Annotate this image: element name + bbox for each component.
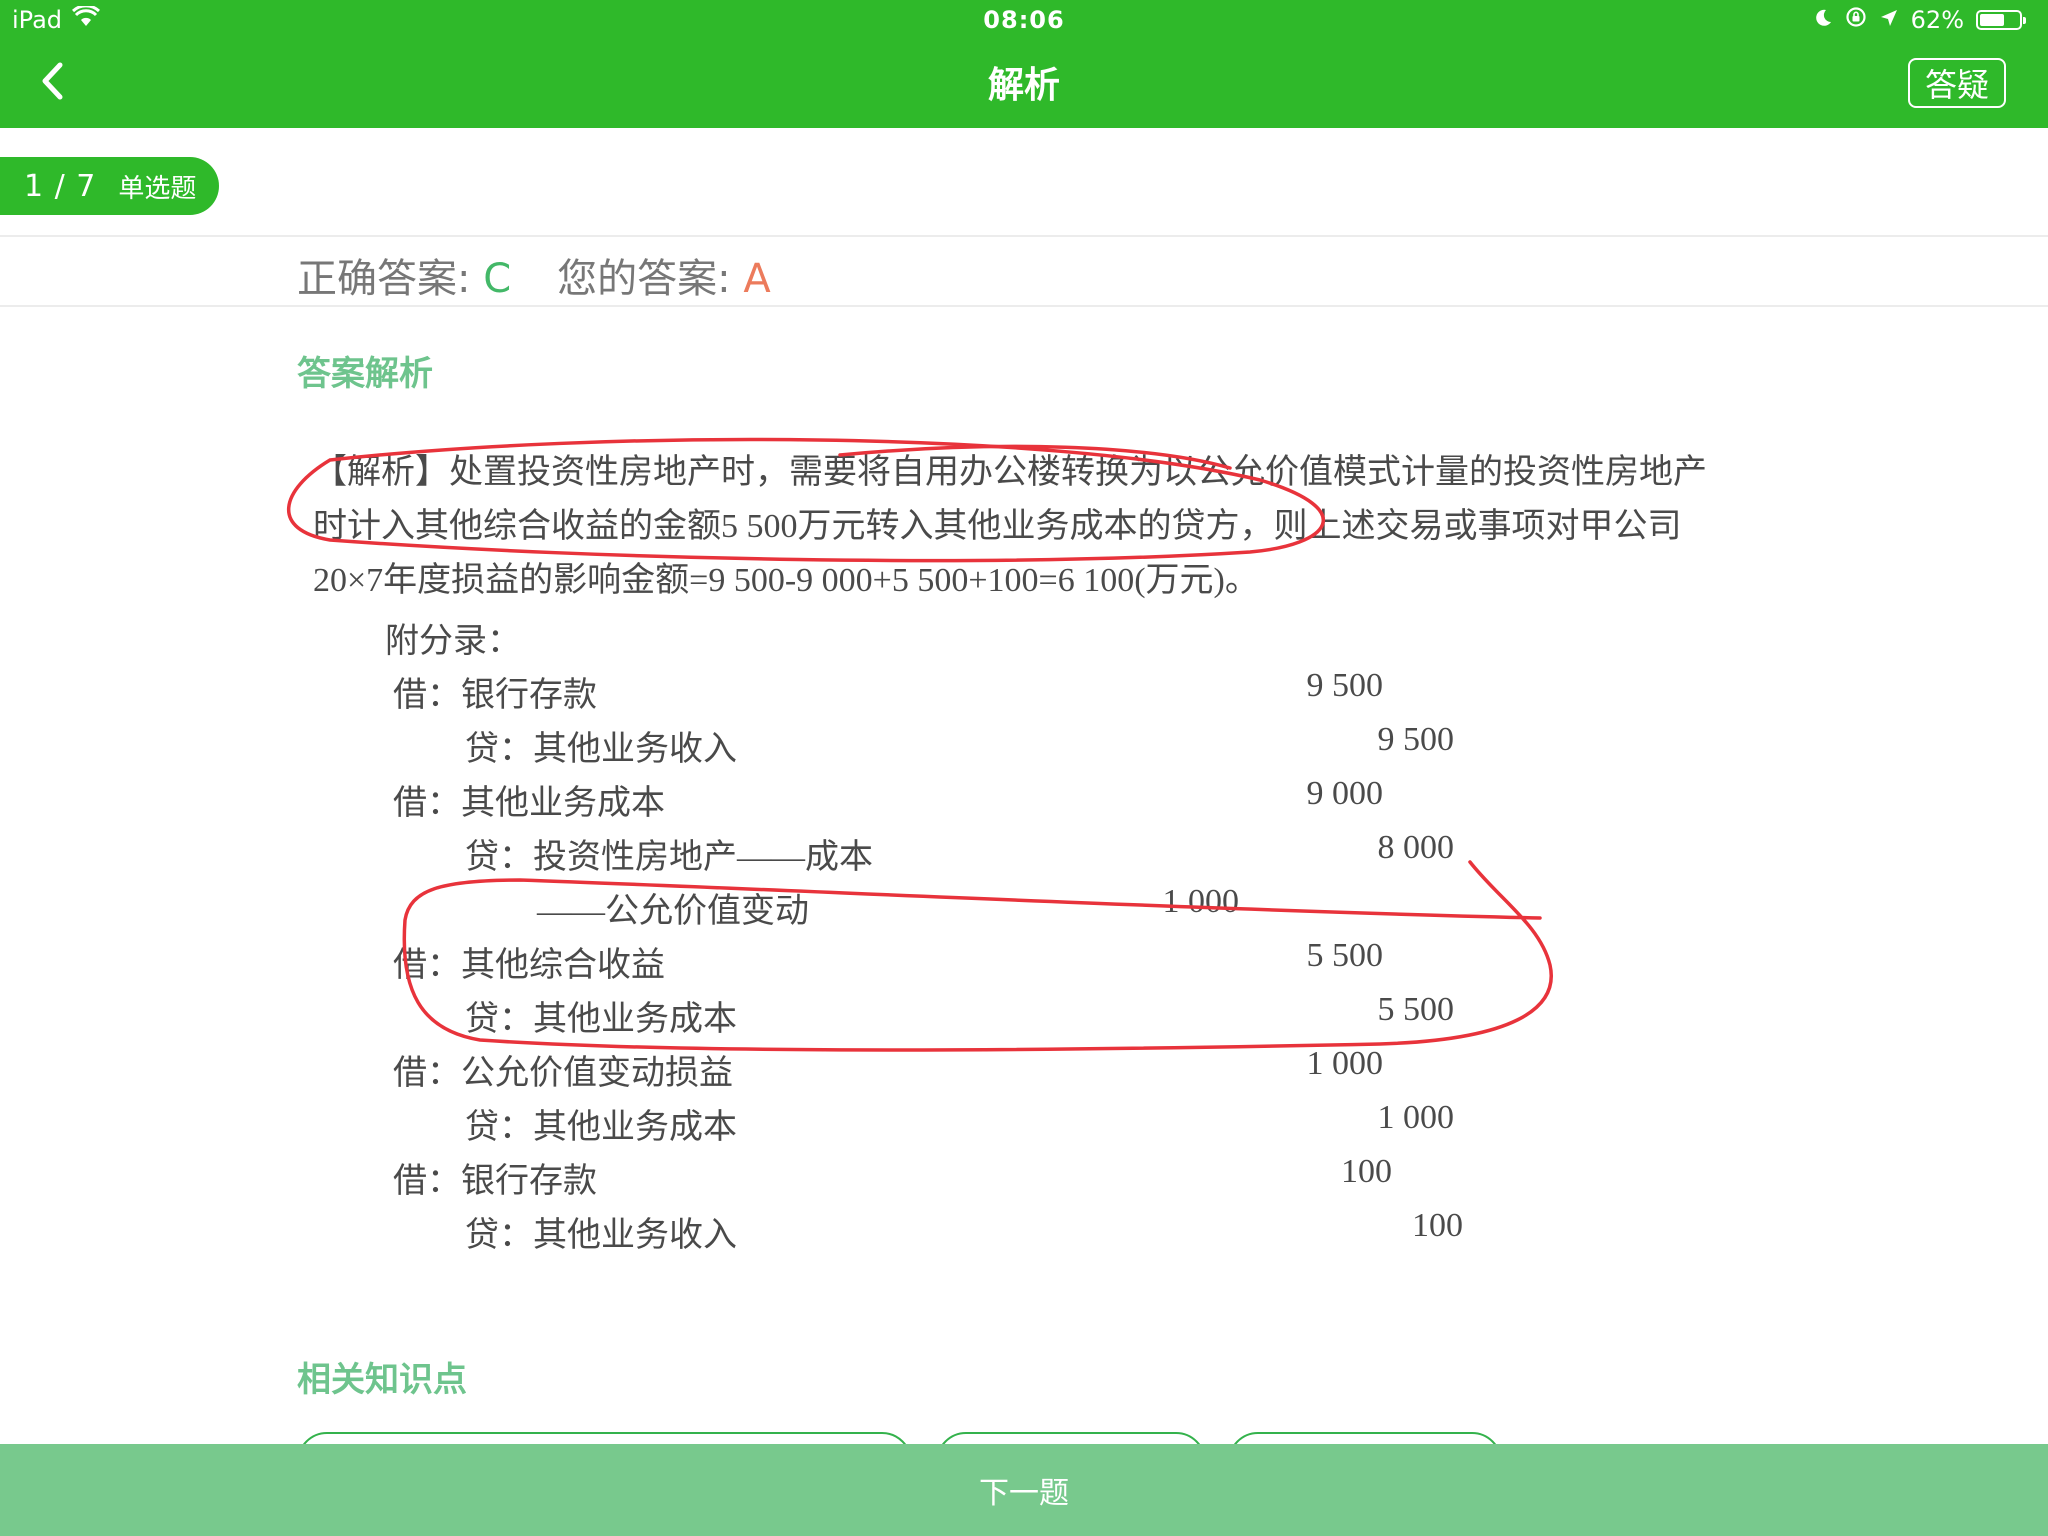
knowledge-section-title: 相关知识点 xyxy=(297,1360,467,1400)
question-type: 单选题 xyxy=(118,173,197,204)
entry-amount: 8 000 xyxy=(1377,829,1455,866)
entry-label: 贷：投资性房地产——成本 xyxy=(465,839,873,876)
rotation-lock-icon xyxy=(1845,6,1867,34)
entry-amount: 1 000 xyxy=(1306,1045,1384,1082)
entry-amount: 9 000 xyxy=(1306,775,1384,812)
your-answer-label: 您的答案: xyxy=(557,256,731,302)
entry-label: 借：其他综合收益 xyxy=(393,947,665,984)
entry-label: 借：银行存款 xyxy=(393,1163,597,1200)
correct-answer-label: 正确答案: xyxy=(297,256,471,302)
your-answer-value: A xyxy=(743,256,771,302)
entry-label: 贷：其他业务收入 xyxy=(465,731,737,768)
moon-icon xyxy=(1813,6,1833,34)
entry-label: 借：公允价值变动损益 xyxy=(393,1055,733,1092)
question-counter: 1 / 7 xyxy=(24,168,97,204)
entry-amount: 9 500 xyxy=(1377,721,1455,758)
entry-amount: 100 xyxy=(1412,1207,1463,1244)
answer-summary: 正确答案: C 您的答案: A xyxy=(297,246,817,304)
entry-label: 借：其他业务成本 xyxy=(393,785,665,822)
battery-icon xyxy=(1976,10,2026,30)
next-question-label: 下一题 xyxy=(979,1476,1069,1511)
entry-amount: 5 500 xyxy=(1377,991,1455,1028)
entry-label: 贷：其他业务成本 xyxy=(465,1001,737,1038)
entry-label: 借：银行存款 xyxy=(393,677,597,714)
question-progress-badge: 1 / 7 单选题 xyxy=(0,157,219,215)
qa-button[interactable]: 答疑 xyxy=(1908,58,2006,108)
location-icon xyxy=(1879,6,1899,34)
analysis-section-title: 答案解析 xyxy=(297,354,433,394)
entry-label: 贷：其他业务成本 xyxy=(465,1109,737,1146)
page-title: 解析 xyxy=(987,65,1060,106)
entry-label: 贷：其他业务收入 xyxy=(465,1217,737,1254)
analysis-text: 【解析】处置投资性房地产时，需要将自用办公楼转换为以公允价值模式计量的投资性房地… xyxy=(313,454,1707,599)
battery-percent: 62% xyxy=(1910,6,1964,34)
entries-title: 附分录： xyxy=(385,623,521,660)
entry-amount: 9 500 xyxy=(1306,667,1384,704)
status-time: 08:06 xyxy=(983,6,1065,34)
entry-amount: 1 000 xyxy=(1377,1099,1455,1136)
handwritten-annotation-overlay xyxy=(286,437,1553,1052)
divider xyxy=(0,305,2048,307)
entry-amount: 1 000 xyxy=(1162,883,1240,920)
next-question-button[interactable]: 下一题 xyxy=(0,1444,2048,1536)
divider xyxy=(0,235,2048,237)
entry-label: ——公允价值变动 xyxy=(537,893,809,930)
correct-answer-value: C xyxy=(483,256,512,302)
nav-header: iPad 08:06 62% 解析 答疑 xyxy=(0,0,2048,128)
status-bar: iPad 08:06 62% xyxy=(0,0,2048,42)
entry-amount: 5 500 xyxy=(1306,937,1384,974)
entry-amount: 100 xyxy=(1341,1153,1392,1190)
